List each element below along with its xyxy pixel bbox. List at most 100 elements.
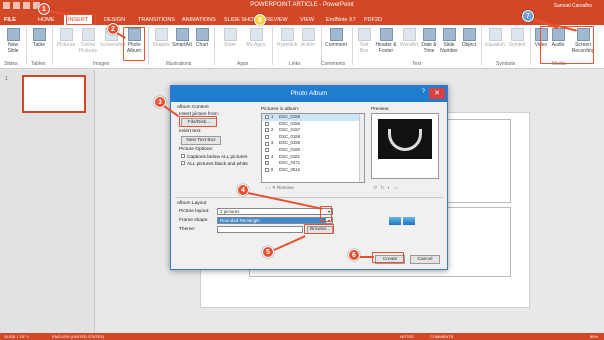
- text-box-button[interactable]: Text Box: [355, 28, 373, 54]
- tab-animations[interactable]: ANIMATIONS: [178, 15, 220, 25]
- layout-picture-thumb: [403, 217, 415, 225]
- comments-button[interactable]: COMMENTS: [430, 334, 453, 339]
- album-content-heading: Album Content: [177, 105, 209, 110]
- pictures-icon: [59, 28, 73, 41]
- chart-button[interactable]: Chart: [194, 28, 210, 48]
- zoom-level[interactable]: 85%: [590, 334, 598, 339]
- wordart-button[interactable]: WordArt: [399, 28, 419, 48]
- online-pictures-button[interactable]: Online Pictures: [77, 28, 99, 54]
- list-item[interactable]: DSC_0156: [262, 121, 364, 128]
- title-bar: POWERPOINT ARTICLE - PowerPoint Samuel C…: [0, 0, 604, 13]
- language-status[interactable]: ENGLISH (UNITED STATES): [52, 334, 104, 339]
- callout-arrow: [360, 256, 374, 258]
- smartart-icon: [175, 28, 189, 41]
- list-item[interactable]: 2 DSC_0157: [262, 127, 364, 134]
- captions-checkbox[interactable]: [181, 154, 185, 158]
- captions-option[interactable]: Captions below ALL pictures: [181, 154, 247, 160]
- smartart-button[interactable]: SmartArt: [171, 28, 193, 48]
- list-scrollbar[interactable]: [359, 114, 364, 182]
- brightness-icon[interactable]: ☼: [393, 185, 401, 191]
- list-item[interactable]: DSC_0471: [262, 160, 364, 167]
- move-up-icon[interactable]: ↑: [265, 185, 267, 190]
- date-time-button[interactable]: Date & Time: [420, 28, 438, 54]
- list-item[interactable]: 1 DSC_0155: [262, 114, 364, 121]
- theme-input[interactable]: [217, 226, 303, 233]
- picture-checkbox[interactable]: [265, 148, 269, 153]
- move-down-icon[interactable]: ↓: [269, 185, 271, 190]
- black-white-option[interactable]: ALL pictures black and white: [181, 161, 248, 167]
- picture-layout-label: Picture layout:: [179, 209, 210, 214]
- picture-checkbox[interactable]: [265, 121, 269, 126]
- window-title: POWERPOINT ARTICLE - PowerPoint: [250, 2, 354, 8]
- callout-3: 3: [154, 96, 166, 108]
- shapes-button[interactable]: Shapes: [152, 28, 170, 48]
- list-item[interactable]: 4 DSC_0161: [262, 154, 364, 161]
- chart-icon: [195, 28, 209, 41]
- header-footer-button[interactable]: Header & Footer: [374, 28, 398, 54]
- online-pictures-icon: [81, 28, 95, 41]
- table-button[interactable]: Table: [30, 28, 48, 48]
- picture-checkbox[interactable]: [265, 141, 269, 146]
- equation-button[interactable]: Equation: [484, 28, 506, 48]
- object-button[interactable]: Object: [460, 28, 478, 48]
- picture-checkbox[interactable]: [265, 161, 269, 166]
- symbol-button[interactable]: Symbol: [507, 28, 527, 48]
- remove-button[interactable]: ✕ Remove: [272, 185, 294, 190]
- callout-4: 4: [237, 184, 249, 196]
- close-button[interactable]: ✕: [429, 88, 445, 99]
- group-label-images: Images: [93, 61, 110, 67]
- new-text-box-button[interactable]: New Text Box: [181, 136, 221, 145]
- black-white-checkbox[interactable]: [181, 161, 185, 165]
- store-button[interactable]: Store: [218, 28, 242, 48]
- new-slide-button[interactable]: New Slide: [3, 28, 23, 54]
- action-button[interactable]: Action: [299, 28, 317, 48]
- tab-endnote[interactable]: EndNote X7: [322, 15, 360, 25]
- callout-8: 8: [254, 14, 266, 26]
- tab-home[interactable]: HOME: [34, 15, 59, 25]
- hyperlink-button[interactable]: Hyperlink: [276, 28, 298, 48]
- picture-checkbox[interactable]: [265, 168, 269, 173]
- pictures-button[interactable]: Pictures: [56, 28, 76, 48]
- picture-checkbox[interactable]: [265, 115, 269, 120]
- cancel-button[interactable]: Cancel: [410, 255, 440, 264]
- group-separator: [321, 27, 322, 65]
- group-label-links: Links: [289, 61, 301, 67]
- picture-checkbox[interactable]: [265, 128, 269, 133]
- picture-checkbox[interactable]: [265, 154, 269, 159]
- hyperlink-icon: [280, 28, 294, 41]
- preview-box: [371, 113, 439, 179]
- file-disk-highlight: [179, 116, 217, 127]
- tab-view[interactable]: VIEW: [296, 15, 318, 25]
- picture-checkbox[interactable]: [265, 135, 269, 140]
- pictures-list[interactable]: 1 DSC_0155 DSC_0156 2 DSC_0157 DSC_0158 3D…: [261, 113, 365, 183]
- list-item[interactable]: 3 DSC_0159: [262, 140, 364, 147]
- my-apps-icon: [249, 28, 263, 41]
- user-name[interactable]: Samuel Carvalho: [554, 3, 592, 9]
- list-item[interactable]: 5 DSC_0516: [262, 167, 364, 174]
- list-item[interactable]: DSC_0158: [262, 134, 364, 141]
- group-separator: [352, 27, 353, 65]
- picture-layout-select[interactable]: 2 pictures ▾: [217, 208, 333, 215]
- group-separator: [148, 27, 149, 65]
- tab-file[interactable]: FILE: [0, 15, 22, 25]
- comment-button[interactable]: Comment: [324, 28, 348, 48]
- frame-shape-select[interactable]: Rounded Rectangle ▾: [217, 217, 333, 224]
- slide-thumbnail[interactable]: [22, 75, 86, 113]
- group-label-symbols: Symbols: [496, 61, 516, 67]
- list-item[interactable]: DSC_0160: [262, 147, 364, 154]
- preview-label: Preview:: [371, 107, 390, 112]
- tab-transitions[interactable]: TRANSITIONS: [134, 15, 179, 25]
- notes-button[interactable]: NOTES: [400, 334, 414, 339]
- tab-review[interactable]: REVIEW: [262, 15, 292, 25]
- pictures-in-album-label: Pictures in album:: [261, 107, 300, 112]
- help-button[interactable]: ?: [422, 89, 425, 95]
- store-icon: [223, 28, 237, 41]
- preview-image: [378, 119, 432, 159]
- group-label-apps: Apps: [237, 61, 249, 67]
- tab-pdf2d[interactable]: PDF2D: [360, 15, 386, 25]
- slide-count: SLIDE 1 OF 1: [4, 334, 29, 339]
- group-label-text: Text: [412, 61, 422, 67]
- slide-number-button[interactable]: Slide Number: [439, 28, 459, 54]
- jaw-xray-shape: [388, 129, 422, 151]
- my-apps-button[interactable]: My Apps: [243, 28, 269, 48]
